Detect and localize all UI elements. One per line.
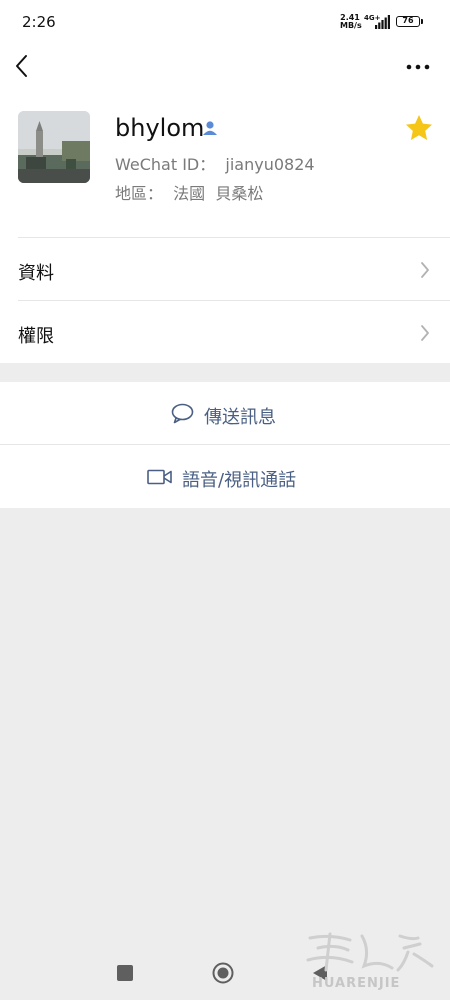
chevron-right-icon xyxy=(421,325,429,341)
menu-group: 資料 權限 xyxy=(0,237,450,363)
avatar[interactable] xyxy=(18,111,90,183)
chat-bubble-icon xyxy=(171,403,194,424)
voice-video-call-label: 語音/視訊通話 xyxy=(182,470,297,491)
menu-item-label: 權限 xyxy=(18,326,54,347)
network-speed-unit: MB/s xyxy=(340,21,362,30)
star-icon[interactable] xyxy=(404,113,434,143)
menu-item-permissions[interactable]: 權限 xyxy=(0,301,450,364)
battery-level: 76 xyxy=(402,16,414,25)
battery-icon: 76 xyxy=(396,16,420,27)
signal-icon xyxy=(375,15,390,29)
video-camera-icon xyxy=(147,469,172,485)
status-bar: 2:26 2.41 MB/s 4G+ 76 xyxy=(0,0,450,44)
watermark-text: HUARENJIE xyxy=(312,976,401,991)
menu-item-profile-info[interactable]: 資料 xyxy=(0,238,450,301)
status-time: 2:26 xyxy=(22,13,56,31)
actions-group: 傳送訊息 語音/視訊通話 xyxy=(0,382,450,508)
battery-tip xyxy=(421,19,423,24)
recent-apps-button[interactable] xyxy=(117,965,133,981)
send-message-button[interactable]: 傳送訊息 xyxy=(0,382,450,445)
chevron-right-icon xyxy=(421,262,429,278)
contact-icon xyxy=(203,121,217,135)
more-icon[interactable] xyxy=(403,57,433,77)
back-icon[interactable] xyxy=(12,53,34,79)
profile-card: bhylom WeChat ID： jianyu0824 地區： 法國 貝桑松 xyxy=(0,94,450,237)
region-line: 地區： 法國 貝桑松 xyxy=(115,184,264,203)
profile-name: bhylom xyxy=(115,114,205,142)
home-button[interactable] xyxy=(212,962,234,984)
avatar-photo xyxy=(18,111,90,183)
wechat-id-line: WeChat ID： jianyu0824 xyxy=(115,155,315,174)
top-nav-bar xyxy=(0,44,450,94)
send-message-label: 傳送訊息 xyxy=(204,407,276,428)
network-speed: 2.41 MB/s xyxy=(340,14,362,30)
voice-video-call-button[interactable]: 語音/視訊通話 xyxy=(0,445,450,508)
menu-item-label: 資料 xyxy=(18,263,54,284)
